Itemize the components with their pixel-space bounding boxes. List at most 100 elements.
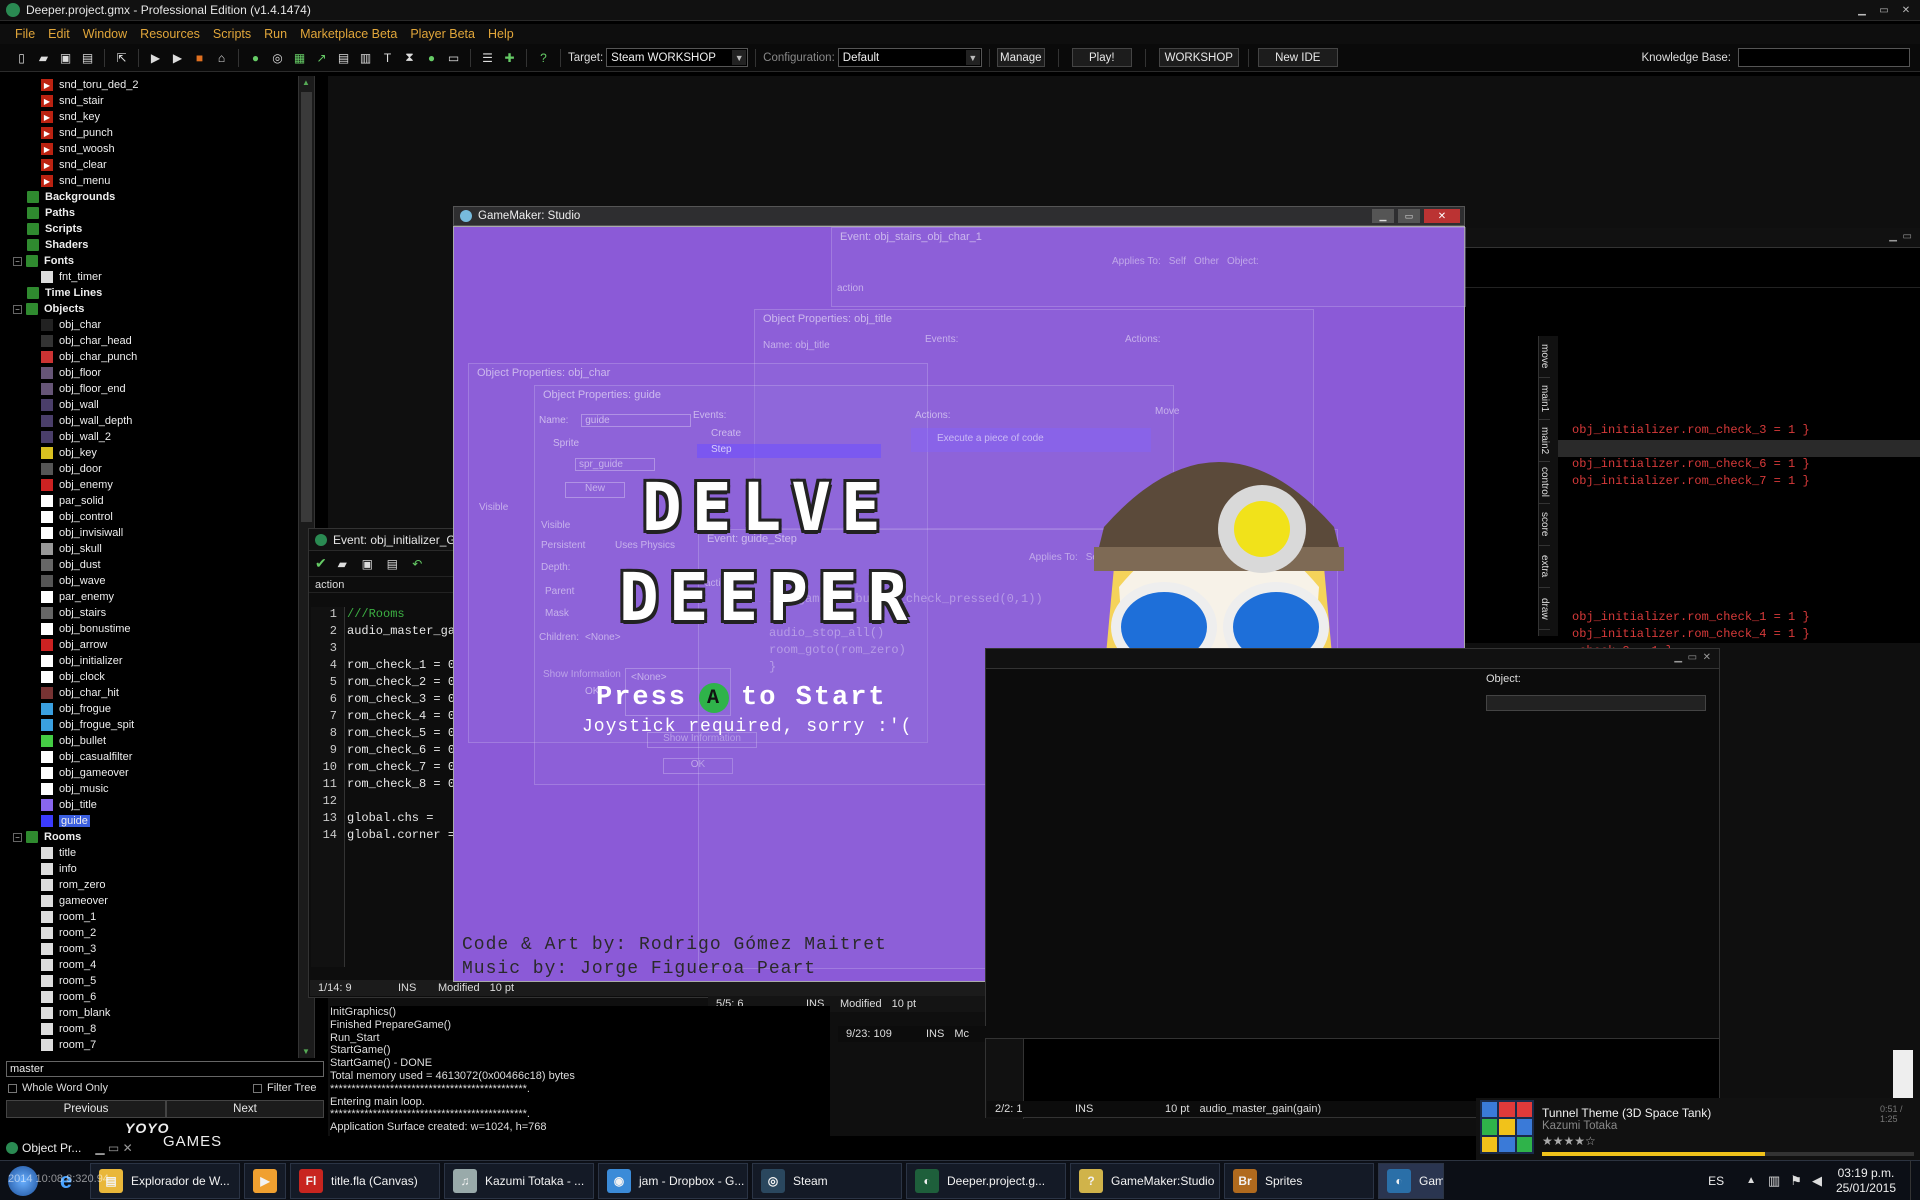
menu-help[interactable]: Help bbox=[488, 27, 514, 41]
collapse-icon[interactable]: − bbox=[13, 304, 22, 314]
knowledge-base-input[interactable] bbox=[1738, 48, 1910, 67]
tree-item-object[interactable]: obj_wall_depth bbox=[5, 413, 314, 429]
whole-word-checkbox[interactable]: Whole Word Only bbox=[8, 1082, 108, 1094]
close-icon[interactable]: ✕ bbox=[1424, 209, 1460, 223]
tree-item-sound[interactable]: ▶ snd_toru_ded_2 bbox=[5, 77, 314, 93]
tree-item-room[interactable]: room_2 bbox=[5, 925, 314, 941]
tab-control[interactable]: control bbox=[1539, 462, 1550, 504]
tab-main2[interactable]: main2 bbox=[1539, 420, 1550, 462]
tree-item-sound[interactable]: ▶ snd_punch bbox=[5, 125, 314, 141]
code-line[interactable]: obj_initializer.rom_check_6 = 1 } bbox=[1572, 457, 1810, 474]
run-icon[interactable]: ▶ bbox=[146, 48, 165, 67]
menu-marketplace-beta[interactable]: Marketplace Beta bbox=[300, 27, 397, 41]
taskbar-item[interactable]: ◉ jam - Dropbox - G... bbox=[598, 1162, 748, 1199]
volume-icon[interactable]: ◀ bbox=[1812, 1173, 1822, 1189]
game-settings-icon[interactable]: ☰ bbox=[478, 48, 497, 67]
tree-item-object[interactable]: par_solid bbox=[5, 493, 314, 509]
object-icon[interactable]: ● bbox=[422, 48, 441, 67]
taskbar-item[interactable]: Fl title.fla (Canvas) bbox=[290, 1162, 440, 1199]
sprite-icon[interactable]: ● bbox=[246, 48, 265, 67]
taskbar-item[interactable]: Br Sprites bbox=[1224, 1162, 1374, 1199]
show-desktop-button[interactable] bbox=[1910, 1160, 1920, 1200]
minimize-icon[interactable]: ▁ bbox=[1372, 209, 1394, 223]
menu-player-beta[interactable]: Player Beta bbox=[410, 27, 475, 41]
scroll-thumb[interactable] bbox=[1893, 1050, 1913, 1100]
code-line[interactable]: obj_initializer.rom_check_4 = 1 } bbox=[1572, 627, 1810, 644]
save-icon[interactable]: ▣ bbox=[358, 554, 377, 573]
collapse-icon[interactable]: − bbox=[13, 832, 22, 842]
tree-item-object[interactable]: obj_casualfilter bbox=[5, 749, 314, 765]
minimized-object-window[interactable]: Object:Object Pr... ▁ ▭ ✕ bbox=[6, 1141, 133, 1155]
extensions-icon[interactable]: ✚ bbox=[500, 48, 519, 67]
tree-item-object[interactable]: obj_control bbox=[5, 509, 314, 525]
tray-expand-icon[interactable]: ▲ bbox=[1746, 1175, 1756, 1186]
tree-item-object[interactable]: obj_enemy bbox=[5, 477, 314, 493]
tree-item-room[interactable]: gameover bbox=[5, 893, 314, 909]
tree-item-object[interactable]: obj_frogue bbox=[5, 701, 314, 717]
tree-item-object[interactable]: obj_stairs bbox=[5, 605, 314, 621]
tree-item-object[interactable]: obj_char_hit bbox=[5, 685, 314, 701]
new-ide-button[interactable]: New IDE bbox=[1257, 48, 1338, 67]
maximize-icon[interactable]: ▭ bbox=[1876, 4, 1892, 16]
export-icon[interactable]: ⇱ bbox=[112, 48, 131, 67]
tree-item-object[interactable]: obj_floor bbox=[5, 365, 314, 381]
menu-run[interactable]: Run bbox=[264, 27, 287, 41]
tab-draw[interactable]: draw bbox=[1539, 588, 1550, 630]
save-icon[interactable]: ▣ bbox=[56, 48, 75, 67]
tree-item-sound[interactable]: ▶ snd_key bbox=[5, 109, 314, 125]
font-icon[interactable]: T bbox=[378, 48, 397, 67]
maximize-icon[interactable]: ▭ bbox=[1398, 209, 1420, 223]
flag-icon[interactable]: ⚑ bbox=[1790, 1173, 1802, 1189]
sound-icon[interactable]: ◎ bbox=[268, 48, 287, 67]
tree-item-object[interactable]: obj_char_head bbox=[5, 333, 314, 349]
manage-button[interactable]: Manage bbox=[996, 48, 1045, 67]
timeline-icon[interactable]: ⧗ bbox=[400, 48, 419, 67]
print-icon[interactable]: ▤ bbox=[383, 554, 402, 573]
tree-item-object[interactable]: obj_invisiwall bbox=[5, 525, 314, 541]
filter-tree-checkbox[interactable]: Filter Tree bbox=[253, 1082, 317, 1094]
play-button[interactable]: Play! bbox=[1071, 48, 1132, 67]
code-line[interactable]: obj_initializer.rom_check_3 = 1 } bbox=[1572, 423, 1810, 440]
menu-scripts[interactable]: Scripts bbox=[213, 27, 251, 41]
save-all-icon[interactable]: ▤ bbox=[78, 48, 97, 67]
undo-icon[interactable]: ↶ bbox=[408, 554, 427, 573]
tree-group-objects[interactable]: − Objects bbox=[5, 301, 314, 317]
action-tab[interactable]: action bbox=[315, 579, 344, 591]
tree-item-object[interactable]: obj_door bbox=[5, 461, 314, 477]
tree-item-room[interactable]: rom_zero bbox=[5, 877, 314, 893]
check-icon[interactable]: ✔ bbox=[315, 555, 327, 572]
tab-extra[interactable]: extra bbox=[1539, 546, 1550, 588]
language-indicator[interactable]: ES bbox=[1708, 1174, 1724, 1188]
tree-item-room[interactable]: room_3 bbox=[5, 941, 314, 957]
stop-icon[interactable]: ■ bbox=[190, 48, 209, 67]
tree-item-object[interactable]: obj_frogue_spit bbox=[5, 717, 314, 733]
clock[interactable]: 03:19 p.m. 25/01/2015 bbox=[1836, 1166, 1896, 1196]
tree-item-room[interactable]: room_6 bbox=[5, 989, 314, 1005]
tree-item-sound[interactable]: ▶ snd_menu bbox=[5, 173, 314, 189]
debug-icon[interactable]: ▶ bbox=[168, 48, 187, 67]
tree-item-object[interactable]: guide bbox=[5, 813, 314, 829]
tree-item-object[interactable]: obj_bonustime bbox=[5, 621, 314, 637]
taskbar-item[interactable]: ◐ Deeper.project.g... bbox=[906, 1162, 1066, 1199]
tree-item-object[interactable]: obj_gameover bbox=[5, 765, 314, 781]
tree-group-paths[interactable]: Paths bbox=[5, 205, 314, 221]
tree-item-sound[interactable]: ▶ snd_clear bbox=[5, 157, 314, 173]
tree-item-sound[interactable]: ▶ snd_woosh bbox=[5, 141, 314, 157]
tree-item-object[interactable]: obj_key bbox=[5, 445, 314, 461]
menu-resources[interactable]: Resources bbox=[140, 27, 200, 41]
close-icon[interactable]: ✕ bbox=[1898, 4, 1914, 16]
background-icon[interactable]: ▦ bbox=[290, 48, 309, 67]
tab-score[interactable]: score bbox=[1539, 504, 1550, 546]
tab-move[interactable]: move bbox=[1539, 336, 1550, 378]
room-icon[interactable]: ▭ bbox=[444, 48, 463, 67]
shader-icon[interactable]: ▥ bbox=[356, 48, 375, 67]
tree-item-object[interactable]: obj_char bbox=[5, 317, 314, 333]
taskbar-item[interactable]: ? GameMaker:Studio bbox=[1070, 1162, 1220, 1199]
tree-item-room[interactable]: info bbox=[5, 861, 314, 877]
tree-item-object[interactable]: obj_music bbox=[5, 781, 314, 797]
target-select[interactable]: Steam WORKSHOP ▼ bbox=[606, 48, 749, 67]
menu-window[interactable]: Window bbox=[83, 27, 127, 41]
previous-button[interactable]: Previous bbox=[6, 1100, 166, 1118]
tree-item-object[interactable]: obj_title bbox=[5, 797, 314, 813]
tree-item-object[interactable]: obj_wall bbox=[5, 397, 314, 413]
